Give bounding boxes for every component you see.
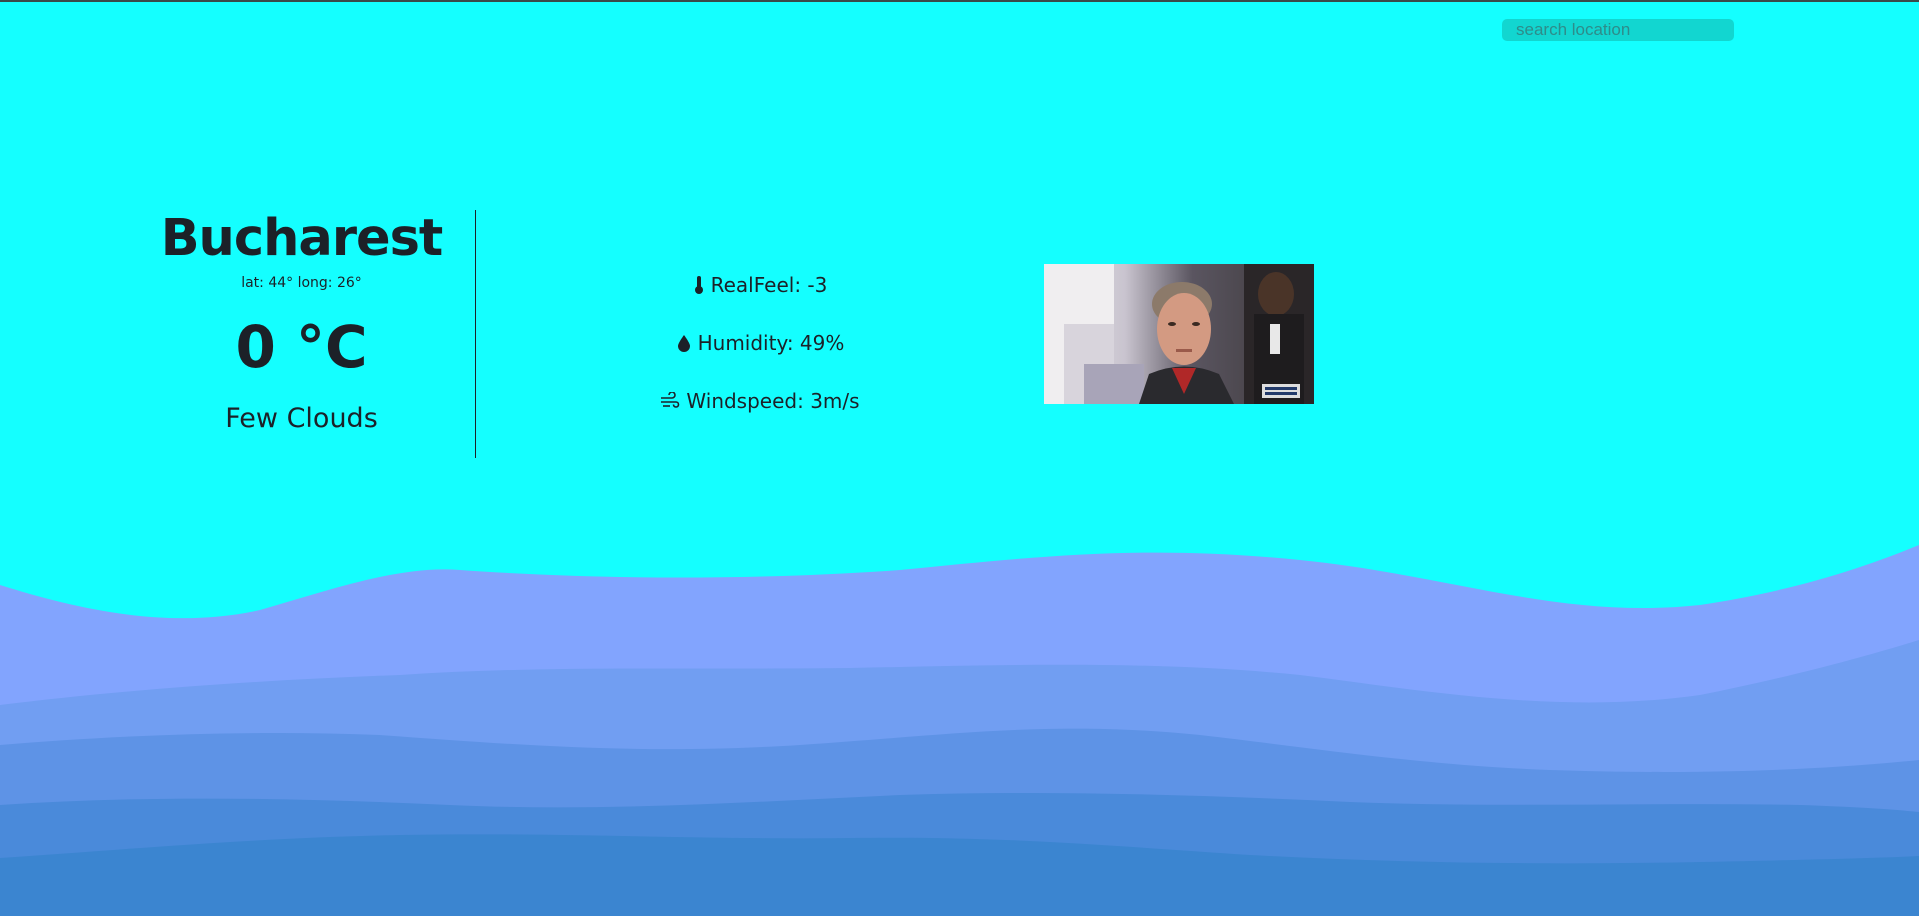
realfeel-text: RealFeel: -3 [710, 273, 828, 297]
weather-description: Few Clouds [225, 403, 378, 434]
coordinates: lat: 44° long: 26° [241, 275, 362, 291]
top-border [0, 0, 1919, 2]
current-weather-panel: Bucharest lat: 44° long: 26° 0 °C Few Cl… [150, 205, 453, 439]
weather-details: RealFeel: -3 Humidity: 49% Windspeed: 3m… [640, 256, 880, 430]
decorative-waves [0, 545, 1919, 916]
humidity-text: Humidity: 49% [697, 331, 845, 355]
search-location-input[interactable] [1502, 19, 1734, 41]
windspeed-text: Windspeed: 3m/s [686, 389, 860, 413]
thermometer-icon [693, 275, 705, 295]
wind-icon [660, 392, 680, 410]
windspeed-row: Windspeed: 3m/s [640, 372, 880, 430]
realfeel-row: RealFeel: -3 [640, 256, 880, 314]
panel-divider [475, 210, 476, 458]
water-drop-icon [676, 333, 692, 353]
reaction-gif-image [1044, 264, 1314, 404]
humidity-row: Humidity: 49% [640, 314, 880, 372]
temperature: 0 °C [235, 313, 368, 381]
city-name: Bucharest [160, 209, 444, 268]
